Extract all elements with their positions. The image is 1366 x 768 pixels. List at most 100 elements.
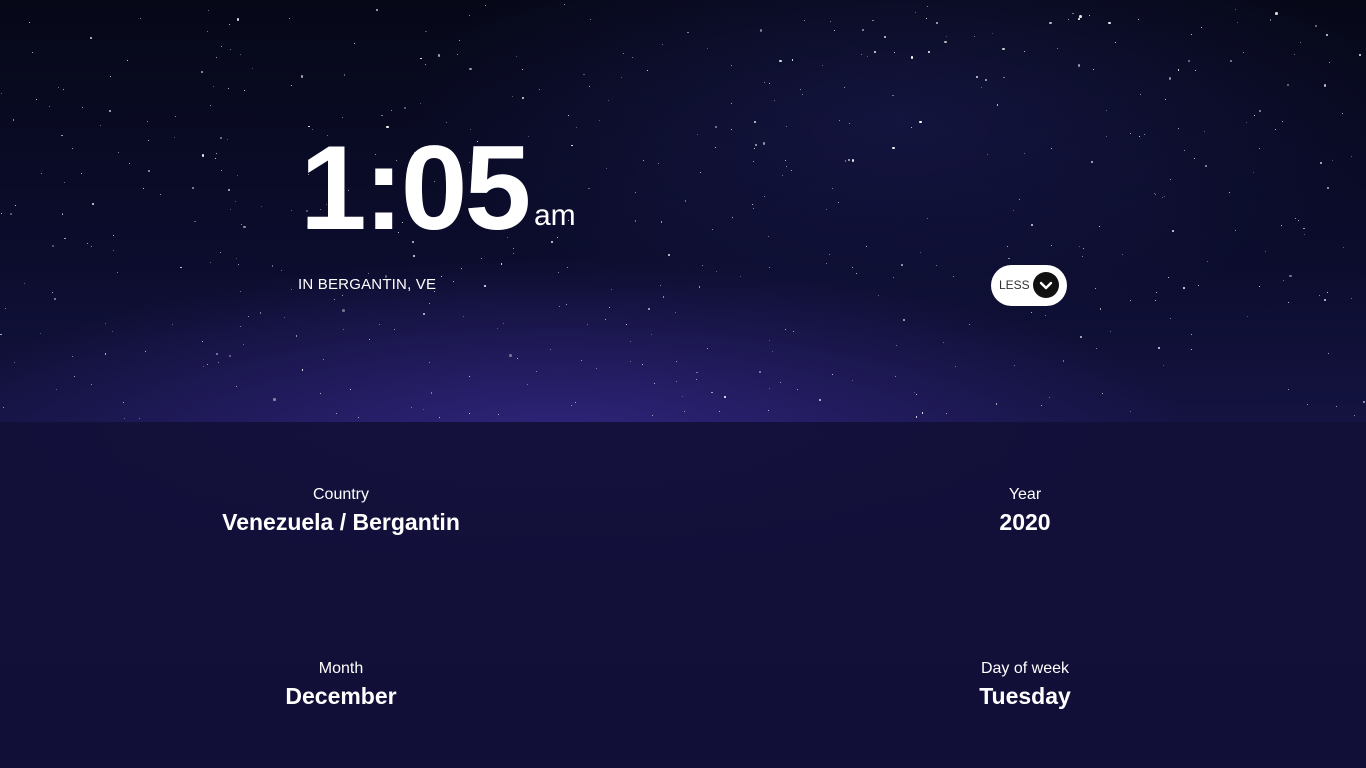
star (210, 105, 212, 107)
star (945, 413, 947, 415)
star (1332, 159, 1334, 161)
details-panel (0, 422, 1366, 768)
star (684, 200, 687, 202)
star (1108, 21, 1111, 25)
star (469, 67, 472, 71)
star (391, 110, 393, 112)
star (1269, 19, 1272, 22)
star (1105, 136, 1107, 138)
star (235, 201, 237, 203)
star (239, 291, 241, 293)
star (538, 88, 540, 90)
star (1336, 406, 1338, 408)
star (483, 285, 486, 288)
star (1077, 64, 1081, 67)
star (1081, 256, 1083, 258)
star (1302, 227, 1305, 230)
star (773, 99, 775, 101)
star (1187, 60, 1190, 63)
star (892, 94, 894, 97)
star (769, 83, 771, 85)
star (1191, 334, 1193, 336)
star (911, 126, 913, 128)
star (334, 298, 336, 300)
star (759, 371, 762, 373)
star (194, 220, 197, 223)
star (242, 343, 244, 345)
star (1048, 396, 1050, 398)
star (516, 358, 518, 360)
star (895, 344, 897, 346)
star (576, 126, 578, 128)
star (1110, 330, 1112, 332)
star (564, 4, 566, 6)
star (1300, 41, 1302, 43)
star (1177, 69, 1180, 72)
star (622, 52, 624, 54)
star (201, 341, 203, 343)
star (109, 75, 111, 77)
info-country: Country Venezuela / Bergantin (161, 486, 521, 537)
star (1155, 299, 1157, 301)
star (139, 418, 141, 420)
star (412, 254, 415, 257)
star (322, 359, 324, 361)
star (229, 208, 232, 211)
star (995, 403, 998, 406)
star (943, 342, 945, 344)
star (1138, 19, 1140, 21)
star (558, 306, 560, 308)
star (866, 55, 868, 57)
star (55, 389, 57, 391)
star (1049, 21, 1052, 25)
star (768, 387, 770, 389)
star (626, 323, 628, 325)
star (715, 271, 717, 273)
star (61, 134, 64, 137)
star (1, 212, 3, 214)
star (1080, 335, 1082, 338)
info-month: Month December (161, 660, 521, 711)
star (852, 267, 854, 269)
star (469, 15, 471, 17)
star (595, 368, 597, 370)
star (1306, 404, 1308, 406)
star (500, 263, 503, 266)
star (927, 217, 929, 219)
star (31, 52, 33, 54)
less-toggle-button[interactable]: LESS (991, 265, 1067, 306)
star (629, 360, 631, 362)
star (739, 275, 741, 277)
star (423, 312, 425, 315)
star (1258, 147, 1260, 149)
star (1190, 348, 1192, 350)
star (301, 369, 304, 371)
star (1324, 299, 1326, 301)
star (1318, 294, 1320, 296)
star (522, 96, 524, 99)
star (946, 35, 948, 37)
star (1168, 277, 1170, 279)
star (660, 220, 663, 223)
star (90, 384, 92, 386)
star (1351, 298, 1353, 300)
star (919, 120, 922, 124)
star (574, 402, 576, 404)
star (248, 316, 250, 318)
star (229, 48, 231, 50)
star (425, 30, 427, 33)
star (653, 382, 655, 384)
star (1170, 179, 1172, 181)
star (145, 350, 147, 352)
star (844, 160, 847, 163)
star (1006, 245, 1008, 247)
star (650, 334, 652, 336)
star (1200, 26, 1202, 28)
star (668, 254, 670, 257)
star (112, 331, 114, 333)
star (404, 107, 407, 110)
star (1204, 130, 1206, 132)
star (860, 54, 862, 56)
star (159, 193, 161, 195)
star (683, 411, 685, 413)
